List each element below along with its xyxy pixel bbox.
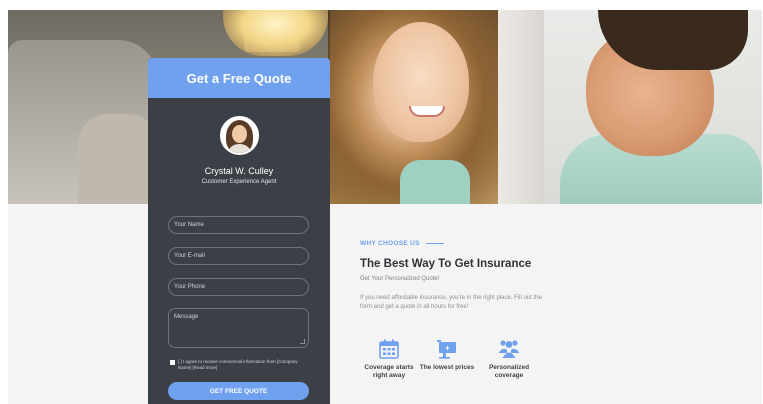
feature-prices-label: The lowest prices: [419, 364, 475, 371]
feature-personalized-label: Personalized coverage: [488, 364, 530, 380]
people-icon: [498, 340, 520, 358]
hero-wall: [498, 10, 544, 204]
calendar-icon: [379, 339, 399, 359]
eyebrow-line: [425, 243, 444, 244]
quote-form-header: Get a Free Quote: [148, 58, 330, 98]
hero-woman-top: [400, 160, 470, 204]
consent-row: [ ] I agree to receive commercial inform…: [170, 359, 310, 371]
consent-text: [ ] I agree to receive commercial inform…: [178, 359, 298, 370]
hero-woman-smile: [409, 106, 445, 117]
eyebrow-label: WHY CHOOSE US: [360, 240, 420, 247]
section-subhead: Get Your Personalized Quote!: [360, 276, 440, 282]
email-input[interactable]: Your E-mail: [168, 247, 309, 265]
agent-name: Crystal W. Culley: [204, 166, 274, 176]
hero-woman-face: [373, 22, 469, 142]
message-textarea[interactable]: Message: [168, 308, 309, 348]
phone-input[interactable]: Your Phone: [168, 278, 309, 296]
name-input[interactable]: Your Name: [168, 216, 309, 234]
quote-form: Get a Free Quote Crystal W. Culley Custo…: [148, 58, 330, 404]
agent-avatar: [220, 116, 259, 155]
phone-input-placeholder: Your Phone: [174, 284, 206, 290]
avatar-face: [232, 125, 247, 143]
message-textarea-placeholder: Message: [174, 314, 199, 320]
hero-photo: [8, 10, 762, 204]
svg-text:+: +: [445, 344, 450, 353]
feature-prices: + The lowest prices: [416, 338, 478, 372]
feature-coverage: Coverage starts right away: [358, 338, 420, 380]
resize-handle[interactable]: [300, 339, 305, 344]
agent-role: Customer Experience Agent: [201, 179, 277, 185]
section-body: If you need affordable insurance, you're…: [360, 295, 542, 310]
why-choose-us-eyebrow: WHY CHOOSE US: [360, 240, 444, 247]
email-input-placeholder: Your E-mail: [174, 253, 205, 259]
name-input-placeholder: Your Name: [174, 222, 204, 228]
quote-form-title: Get a Free Quote: [186, 70, 292, 86]
section-headline: The Best Way To Get Insurance: [360, 258, 532, 270]
price-tag-icon: +: [437, 340, 456, 359]
get-free-quote-button[interactable]: GET FREE QUOTE: [168, 382, 309, 400]
page-frame: Get a Free Quote Crystal W. Culley Custo…: [8, 10, 762, 404]
feature-personalized: Personalized coverage: [478, 338, 540, 380]
feature-coverage-label: Coverage starts right away: [364, 364, 414, 380]
consent-checkbox[interactable]: [170, 360, 175, 365]
hero-sofa-arm: [78, 114, 158, 204]
